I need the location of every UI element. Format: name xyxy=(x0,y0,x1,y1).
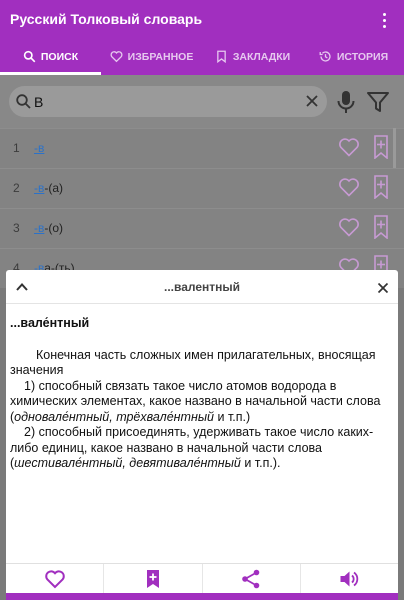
definition-text: ...вале́нтный Конечная часть сложных име… xyxy=(10,316,390,472)
row-word[interactable]: -в-(а) xyxy=(34,181,63,195)
sense-2-examples: шестивале́нтный, девятивале́нтный xyxy=(14,456,241,470)
definition-intro: Конечная часть сложных имен прилагательн… xyxy=(10,347,376,378)
overflow-menu-icon[interactable] xyxy=(378,10,392,30)
favorite-button[interactable] xyxy=(6,564,105,593)
clear-icon[interactable] xyxy=(305,94,319,108)
app-bar: Русский Толковый словарь ПОИСК ИЗБРАННОЕ… xyxy=(0,0,404,75)
word-suffix: -(а) xyxy=(44,181,64,195)
app-title: Русский Толковый словарь xyxy=(10,11,203,27)
row-number: 2 xyxy=(13,181,20,195)
bookmark-add-icon[interactable] xyxy=(374,215,388,239)
tab-bar: ПОИСК ИЗБРАННОЕ ЗАКЛАДКИ ИСТОРИЯ xyxy=(0,38,404,75)
bookmark-icon xyxy=(217,50,226,63)
heart-icon xyxy=(44,569,65,588)
divider xyxy=(6,303,398,304)
tab-label: ИСТОРИЯ xyxy=(336,50,389,63)
headword: ...вале́нтный xyxy=(10,316,90,330)
action-bar xyxy=(6,563,398,593)
microphone-icon[interactable] xyxy=(336,90,356,114)
search-icon xyxy=(16,94,31,109)
share-button[interactable] xyxy=(203,564,301,593)
search-icon xyxy=(23,50,36,63)
bookmark-add-icon xyxy=(146,569,159,588)
row-number: 1 xyxy=(13,141,20,155)
panel-title: ...валентный xyxy=(163,280,241,294)
results-list: 1 -в 2 -в-(а) 3 -в-(о) 4 -ва-(ть) xyxy=(0,128,404,288)
bookmark-add-icon[interactable] xyxy=(374,175,388,199)
sense-1: 1) способный связать такое число атомов … xyxy=(10,378,381,424)
close-icon[interactable] xyxy=(377,282,389,294)
row-word[interactable]: -в xyxy=(34,141,44,155)
sense-1-examples: одновале́нтный, трёхвале́нтный xyxy=(14,409,215,424)
tab-history[interactable]: ИСТОРИЯ xyxy=(303,38,404,75)
tab-label: ЗАКЛАДКИ xyxy=(232,50,291,63)
row-number: 3 xyxy=(13,221,20,235)
sense-2: 2) способный присоединять, удерживать та… xyxy=(10,425,374,470)
word-link[interactable]: -в xyxy=(34,181,44,195)
tab-favorites[interactable]: ИЗБРАННОЕ xyxy=(101,38,202,75)
tab-label: ПОИСК xyxy=(40,50,79,63)
definition-panel: ...валентный ...вале́нтный Конечная част… xyxy=(6,270,398,600)
row-word[interactable]: -в-(о) xyxy=(34,221,63,235)
tab-bookmarks[interactable]: ЗАКЛАДКИ xyxy=(202,38,303,75)
heart-icon[interactable] xyxy=(338,176,360,198)
word-suffix: -(о) xyxy=(44,221,64,235)
scrollbar[interactable] xyxy=(393,128,396,168)
list-item[interactable]: 1 -в xyxy=(0,128,404,168)
list-item[interactable]: 3 -в-(о) xyxy=(0,208,404,248)
tab-search[interactable]: ПОИСК xyxy=(0,38,101,75)
heart-icon[interactable] xyxy=(338,136,360,158)
share-icon xyxy=(242,569,260,588)
filter-icon[interactable] xyxy=(366,91,390,113)
bottom-accent-bar xyxy=(6,593,398,600)
heart-icon[interactable] xyxy=(338,216,360,238)
list-item[interactable]: 2 -в-(а) xyxy=(0,168,404,208)
search-input[interactable]: В xyxy=(9,86,327,117)
history-icon xyxy=(319,51,331,62)
word-link[interactable]: -в xyxy=(34,221,44,235)
tab-label: ИЗБРАННОЕ xyxy=(127,50,194,63)
word-link[interactable]: -в xyxy=(34,141,44,155)
search-value[interactable]: В xyxy=(34,94,43,110)
speak-button[interactable] xyxy=(301,564,398,593)
heart-icon xyxy=(110,51,123,63)
bookmark-button[interactable] xyxy=(104,564,203,593)
speaker-icon xyxy=(340,571,359,586)
bookmark-add-icon[interactable] xyxy=(374,135,388,159)
